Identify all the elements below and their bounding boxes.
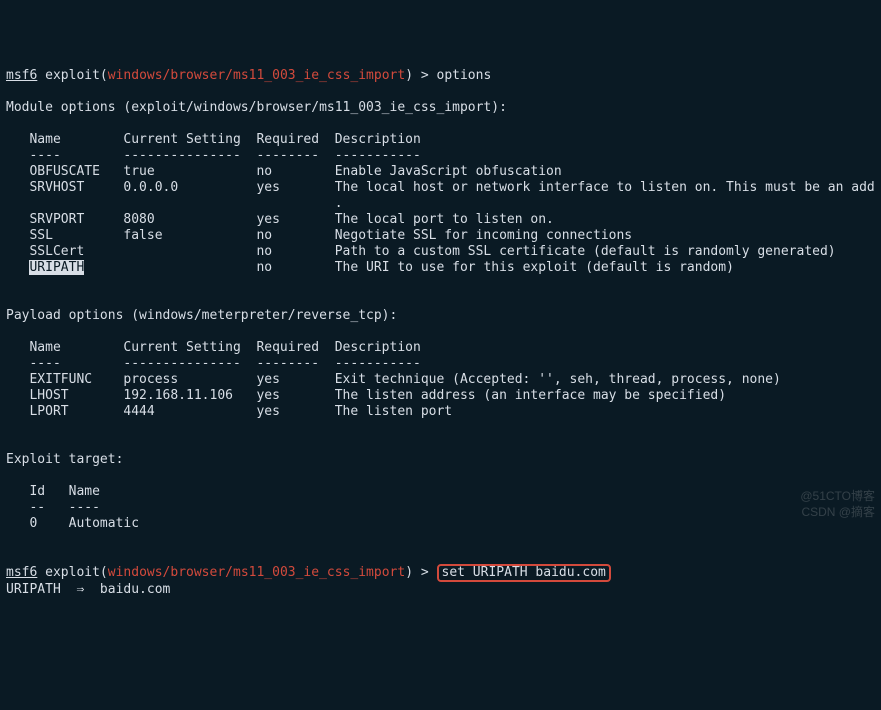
prompt-context-2: exploit( (45, 565, 108, 580)
highlighted-command[interactable]: set URIPATH baidu.com (437, 564, 611, 582)
module-options-header: Module options (exploit/windows/browser/… (6, 100, 507, 115)
prompt-context: exploit( (45, 68, 108, 83)
command-result: URIPATH ⇒ baidu.com (6, 582, 170, 597)
prompt-suffix-2: ) > (405, 565, 436, 580)
watermark-bottom: CSDN @摘客 (801, 504, 875, 520)
option-row-uripath: URIPATH (29, 260, 84, 275)
prompt-module: windows/browser/ms11_003_ie_css_import (108, 68, 405, 83)
watermark-top: @51CTO博客 (800, 488, 875, 504)
exploit-target-header: Exploit target: (6, 452, 123, 467)
payload-options-header: Payload options (windows/meterpreter/rev… (6, 308, 397, 323)
prompt-module-2: windows/browser/ms11_003_ie_css_import (108, 565, 405, 580)
prompt-prefix-2: msf6 (6, 565, 37, 580)
prompt-suffix: ) > (405, 68, 436, 83)
prompt-prefix: msf6 (6, 68, 37, 83)
command-input[interactable]: options (437, 68, 492, 83)
